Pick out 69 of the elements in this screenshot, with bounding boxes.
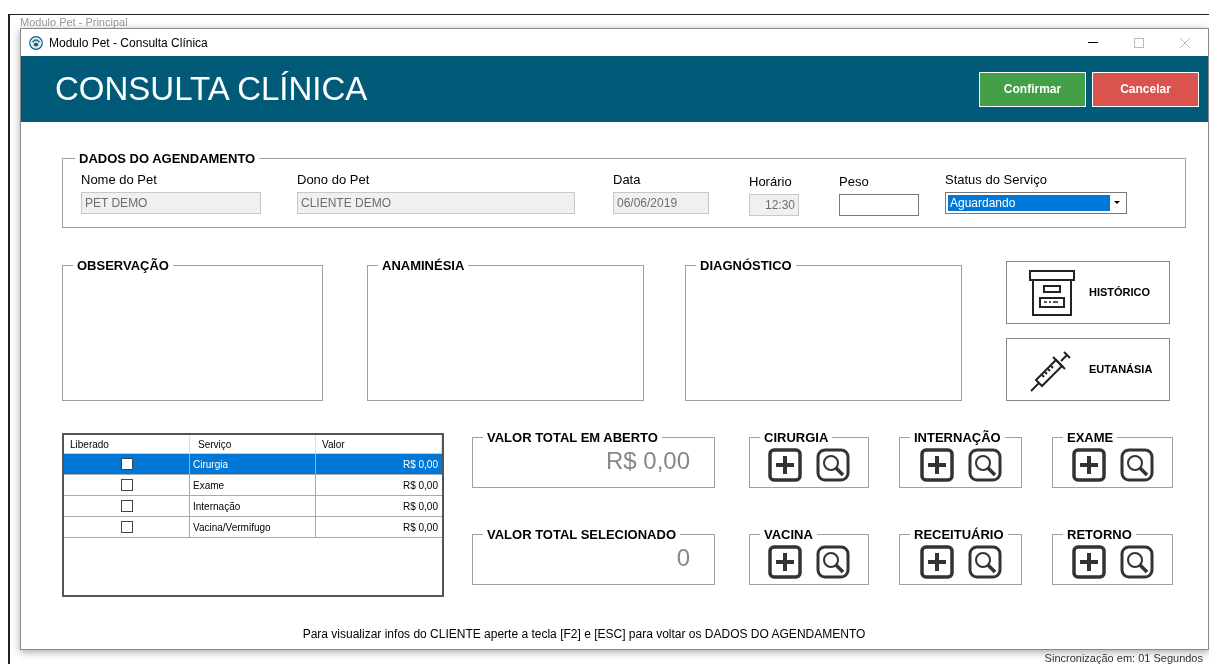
search-icon[interactable] <box>816 448 850 482</box>
table-row[interactable]: Internação R$ 0,00 <box>64 496 442 517</box>
total-value: 0 <box>676 543 690 573</box>
group-title: DADOS DO AGENDAMENTO <box>79 151 256 166</box>
group-title: CIRURGIA <box>764 430 829 445</box>
column-header: Liberado <box>64 435 190 453</box>
readonly-field[interactable]: PET DEMO <box>81 191 261 214</box>
history-button[interactable]: HISTÓRICO <box>1006 261 1170 324</box>
search-icon[interactable] <box>967 545 1002 579</box>
search-icon[interactable] <box>1119 448 1154 482</box>
group-title: VACINA <box>764 527 813 542</box>
table-cell-text: R$ 0,00 <box>401 478 439 493</box>
table-cell: Cirurgia <box>190 454 316 474</box>
table-cell-text: R$ 0,00 <box>401 520 439 535</box>
input-field[interactable] <box>839 193 919 216</box>
table-cell: Exame <box>190 475 316 495</box>
readonly-field[interactable]: 06/06/2019 <box>613 191 709 214</box>
page-title: CONSULTA CLÍNICA <box>55 69 368 110</box>
checkbox[interactable] <box>120 521 133 533</box>
add-icon[interactable] <box>919 448 954 482</box>
archive-box-icon <box>1027 267 1077 318</box>
field-label: Nome do Pet <box>81 171 158 189</box>
group-title: DIAGNÓSTICO <box>700 258 792 273</box>
search-icon[interactable] <box>816 545 850 579</box>
add-icon[interactable] <box>919 545 954 579</box>
confirm-button[interactable]: Confirmar <box>979 71 1086 107</box>
checkbox[interactable] <box>120 500 133 512</box>
window-title: Modulo Pet - Consulta Clínica <box>49 34 208 52</box>
add-icon[interactable] <box>768 448 802 482</box>
field-label: Horário <box>749 173 793 191</box>
column-header: Serviço <box>190 435 316 453</box>
group-title: INTERNAÇÃO <box>914 430 1001 445</box>
add-icon[interactable] <box>1071 545 1106 579</box>
group-title: RETORNO <box>1067 527 1132 542</box>
search-icon[interactable] <box>1119 545 1154 579</box>
group-title: EXAME <box>1067 430 1114 445</box>
table-cell-text: R$ 0,00 <box>401 457 439 472</box>
column-header: Valor <box>316 435 442 453</box>
table-row[interactable]: Vacina/Vermifugo R$ 0,00 <box>64 517 442 538</box>
caret-icon <box>1114 201 1120 204</box>
group-title: OBSERVAÇÃO <box>77 258 169 273</box>
field-label: Data <box>613 171 642 189</box>
cancel-button[interactable]: Cancelar <box>1092 71 1199 107</box>
total-value: R$ 0,00 <box>605 446 690 476</box>
field-label: Dono do Pet <box>297 171 371 189</box>
keyboard-hint: Para visualizar infos do CLIENTE aperte a tecla [F2] e [ESC] para voltar os DADOS DO AGENDAMENTO <box>301 626 867 643</box>
group-title: RECEITUÁRIO <box>914 527 1004 542</box>
table-cell-text: R$ 0,00 <box>401 499 439 514</box>
table-cell: Vacina/Vermifugo <box>190 517 316 537</box>
table-row[interactable]: Cirurgia R$ 0,00 <box>64 454 442 475</box>
window-title: Modulo Pet - Principal <box>20 16 128 28</box>
field-label: Peso <box>839 173 870 191</box>
checkbox[interactable] <box>120 479 133 491</box>
group-title: VALOR TOTAL EM ABERTO <box>487 430 658 445</box>
paw-icon <box>29 35 43 50</box>
group-title: ANAMINÉSIA <box>382 258 465 273</box>
euthanasia-button[interactable]: EUTANÁSIA <box>1006 338 1170 401</box>
status-dropdown[interactable]: Aguardando <box>945 191 1127 214</box>
add-icon[interactable] <box>1071 448 1106 482</box>
group-title: VALOR TOTAL SELECIONADO <box>487 527 676 542</box>
field-label: Status do Serviço <box>945 171 1048 189</box>
add-icon[interactable] <box>768 545 802 579</box>
table-row[interactable]: Exame R$ 0,00 <box>64 475 442 496</box>
table-cell: Internação <box>190 496 316 516</box>
search-icon[interactable] <box>967 448 1002 482</box>
readonly-field[interactable]: CLIENTE DEMO <box>297 191 575 214</box>
readonly-field[interactable]: 12:30 <box>749 193 799 216</box>
status-text: Sincronização em: 01 Segundos <box>1044 652 1203 664</box>
checkbox[interactable] <box>120 458 133 470</box>
